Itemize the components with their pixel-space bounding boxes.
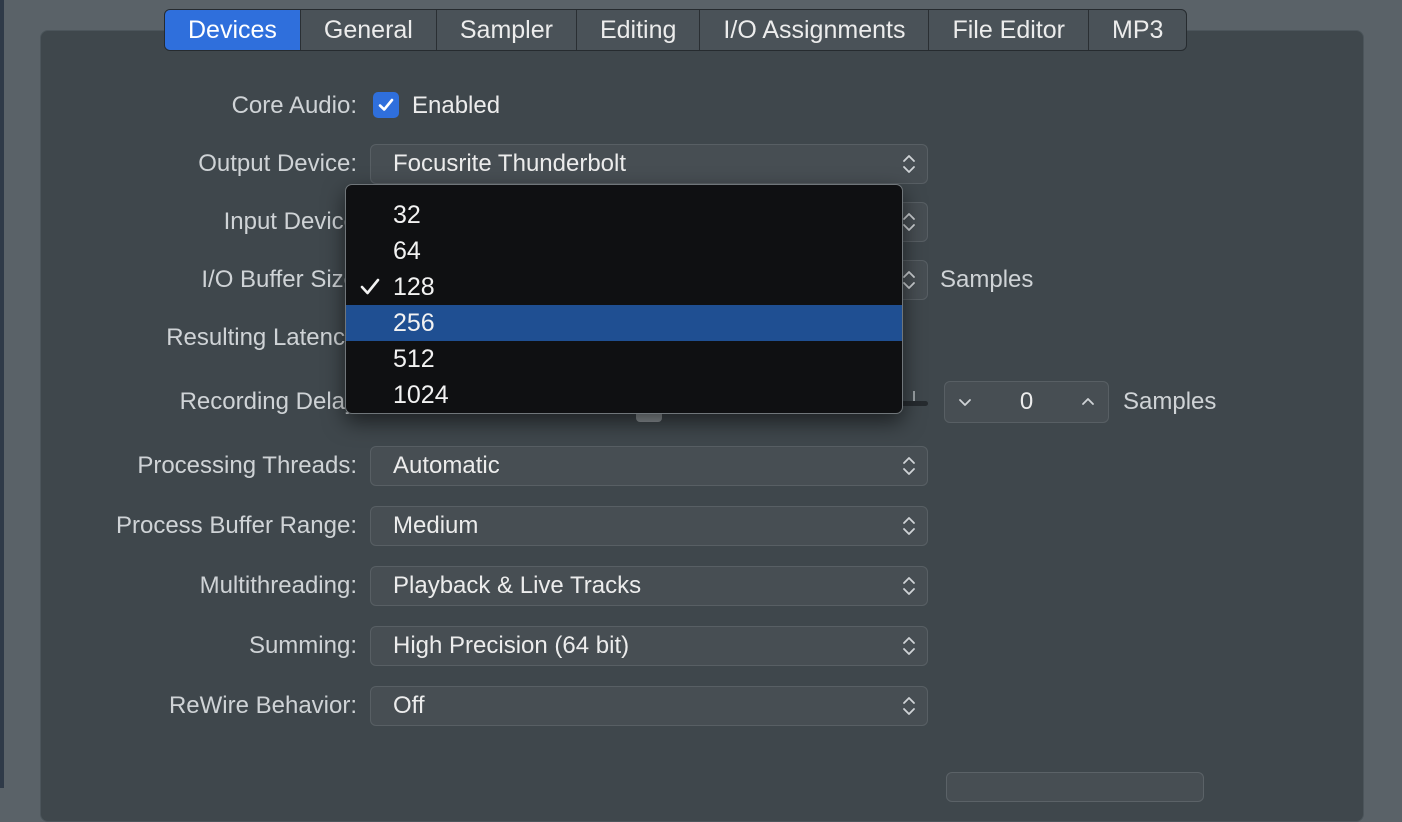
tab-io-assignments[interactable]: I/O Assignments — [700, 10, 930, 50]
menu-item-32[interactable]: 32 — [346, 197, 902, 233]
summing-label: Summing: — [248, 632, 357, 659]
tab-bar: Devices General Sampler Editing I/O Assi… — [164, 9, 1188, 51]
output-device-label: Output Device: — [198, 150, 357, 177]
tab-editing[interactable]: Editing — [577, 10, 701, 50]
tab-general[interactable]: General — [301, 10, 437, 50]
menu-item-label: 512 — [393, 345, 435, 373]
core-audio-label: Core Audio: — [231, 92, 357, 119]
menu-item-64[interactable]: 64 — [346, 233, 902, 269]
core-audio-enabled-label: Enabled — [412, 92, 501, 119]
menu-item-label: 64 — [393, 237, 421, 265]
summing-value: High Precision (64 bit) — [393, 632, 630, 659]
tab-devices[interactable]: Devices — [165, 10, 301, 50]
up-down-arrows-icon — [903, 577, 915, 595]
process-buffer-range-value: Medium — [393, 512, 479, 539]
process-buffer-range-popup[interactable]: Medium — [370, 506, 928, 546]
slider-center-tick — [913, 391, 915, 401]
core-audio-checkbox[interactable] — [373, 92, 399, 118]
multithreading-popup[interactable]: Playback & Live Tracks — [370, 566, 928, 606]
tab-mp3[interactable]: MP3 — [1089, 10, 1186, 50]
recording-delay-label: Recording Delay — [179, 388, 357, 415]
menu-item-128[interactable]: 128 — [346, 269, 902, 305]
output-device-popup[interactable]: Focusrite Thunderbolt — [370, 144, 928, 184]
menu-item-1024[interactable]: 1024 — [346, 377, 902, 413]
rewire-behavior-popup[interactable]: Off — [370, 686, 928, 726]
menu-item-label: 256 — [393, 309, 435, 337]
summing-popup[interactable]: High Precision (64 bit) — [370, 626, 928, 666]
process-buffer-range-label: Process Buffer Range: — [115, 512, 357, 539]
up-down-arrows-icon — [903, 213, 915, 231]
up-down-arrows-icon — [903, 155, 915, 173]
menu-item-256[interactable]: 256 — [346, 305, 902, 341]
up-down-arrows-icon — [903, 517, 915, 535]
chevron-up-icon[interactable] — [1079, 393, 1097, 411]
menu-item-512[interactable]: 512 — [346, 341, 902, 377]
buffer-units-label: Samples — [940, 266, 1034, 293]
menu-item-label: 1024 — [393, 381, 449, 409]
checkmark-icon — [360, 278, 380, 295]
window-edge — [0, 0, 4, 788]
up-down-arrows-icon — [903, 457, 915, 475]
multithreading-value: Playback & Live Tracks — [393, 572, 642, 599]
up-down-arrows-icon — [903, 271, 915, 289]
output-device-value: Focusrite Thunderbolt — [393, 150, 627, 177]
bottom-button[interactable] — [946, 772, 1204, 802]
delay-units-label: Samples — [1123, 388, 1217, 415]
buffer-size-menu: 32 64 128 256 512 1024 — [345, 184, 903, 414]
menu-item-label: 128 — [393, 273, 435, 301]
tab-file-editor[interactable]: File Editor — [929, 10, 1089, 50]
recording-delay-stepper[interactable]: 0 — [944, 381, 1109, 423]
up-down-arrows-icon — [903, 637, 915, 655]
input-device-label: Input Device — [223, 208, 357, 235]
resulting-latency-label: Resulting Latency — [166, 324, 357, 351]
rewire-behavior-value: Off — [393, 692, 425, 719]
menu-item-label: 32 — [393, 201, 421, 229]
checkmark-icon — [378, 98, 394, 111]
processing-threads-label: Processing Threads: — [137, 452, 357, 479]
up-down-arrows-icon — [903, 697, 915, 715]
io-buffer-size-label: I/O Buffer Size — [201, 266, 357, 293]
rewire-behavior-label: ReWire Behavior: — [168, 692, 357, 719]
processing-threads-popup[interactable]: Automatic — [370, 446, 928, 486]
multithreading-label: Multithreading: — [199, 572, 357, 599]
processing-threads-value: Automatic — [393, 452, 500, 479]
tab-sampler[interactable]: Sampler — [437, 10, 577, 50]
